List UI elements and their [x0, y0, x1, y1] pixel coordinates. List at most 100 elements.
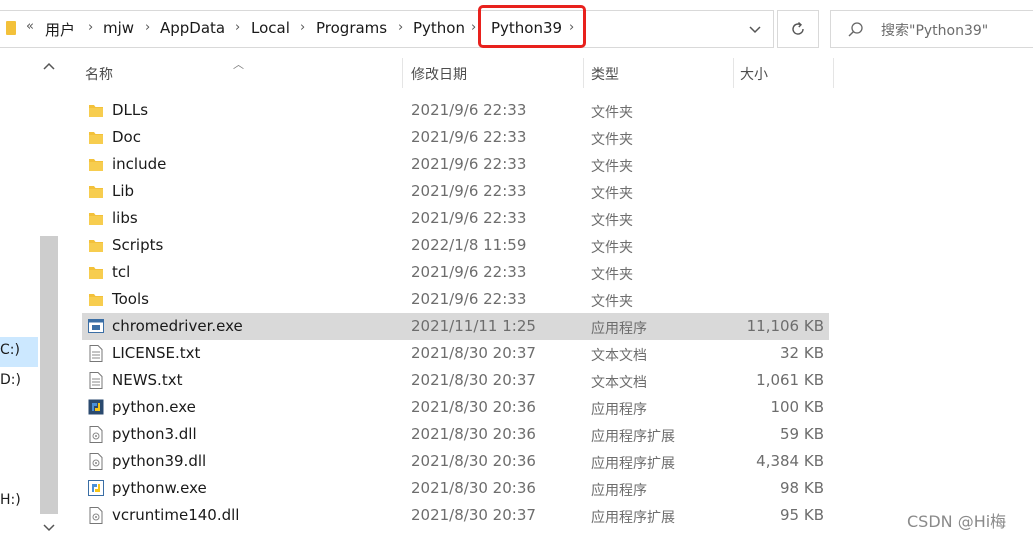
folder-icon — [88, 237, 104, 254]
file-name: pythonw.exe — [112, 479, 207, 497]
file-date: 2021/8/30 20:36 — [411, 479, 536, 497]
file-type: 应用程序 — [591, 402, 647, 418]
breadcrumb-mjw[interactable]: mjw — [103, 19, 134, 37]
file-name: include — [112, 155, 167, 173]
breadcrumb-appdata[interactable]: AppData — [160, 19, 225, 37]
file-type: 文件夹 — [591, 132, 633, 148]
file-name: Scripts — [112, 236, 164, 254]
refresh-button[interactable] — [777, 10, 819, 48]
navigation-pane[interactable]: C:) D:) H:) — [0, 58, 58, 537]
column-header-date[interactable]: 修改日期 — [411, 64, 467, 84]
column-divider[interactable] — [402, 58, 403, 88]
file-name: LICENSE.txt — [112, 344, 201, 362]
column-header-type[interactable]: 类型 — [591, 64, 619, 84]
file-date: 2021/9/6 22:33 — [411, 155, 527, 173]
folder-icon — [88, 291, 104, 308]
file-name: NEWS.txt — [112, 371, 183, 389]
nav-drive-c[interactable]: C:) — [0, 342, 20, 358]
file-row[interactable]: include 2021/9/6 22:33 文件夹 — [82, 151, 829, 178]
file-row[interactable]: tcl 2021/9/6 22:33 文件夹 — [82, 259, 829, 286]
folder-icon — [88, 264, 104, 281]
file-date: 2021/9/6 22:33 — [411, 182, 527, 200]
breadcrumb-python[interactable]: Python — [413, 19, 465, 37]
dll-icon — [88, 426, 104, 443]
text-file-icon — [88, 372, 104, 389]
file-row[interactable]: chromedriver.exe 2021/11/11 1:25 应用程序 11,10… — [82, 313, 829, 340]
breadcrumb-overflow[interactable]: « — [26, 19, 34, 34]
breadcrumb-users[interactable]: 用户 — [45, 19, 75, 40]
file-name: python.exe — [112, 398, 196, 416]
file-date: 2021/9/6 22:33 — [411, 290, 527, 308]
file-size: 11,106 KB — [746, 317, 824, 335]
file-row[interactable]: python.exe 2021/8/30 20:36 应用程序 100 KB — [82, 394, 829, 421]
breadcrumb-local[interactable]: Local — [251, 19, 290, 37]
chevron-down-icon[interactable] — [746, 21, 764, 39]
column-headers: ︿ 名称 修改日期 类型 大小 — [58, 58, 1033, 88]
file-type: 应用程序 — [591, 483, 647, 499]
dll-icon — [88, 507, 104, 524]
scroll-down-icon[interactable] — [40, 518, 58, 536]
file-row[interactable]: python39.dll 2021/8/30 20:36 应用程序扩展 4,384 K… — [82, 448, 829, 475]
folder-icon — [88, 156, 104, 173]
search-input[interactable]: 搜索"Python39" — [830, 10, 1033, 48]
file-type: 文件夹 — [591, 105, 633, 121]
file-row[interactable]: Doc 2021/9/6 22:33 文件夹 — [82, 124, 829, 151]
scroll-up-icon[interactable] — [40, 58, 58, 76]
chevron-right-icon[interactable]: › — [471, 20, 476, 35]
file-size: 95 KB — [780, 506, 824, 524]
file-name: Lib — [112, 182, 135, 200]
file-row[interactable]: Scripts 2022/1/8 11:59 文件夹 — [82, 232, 829, 259]
column-header-size[interactable]: 大小 — [740, 64, 768, 84]
file-row[interactable]: pythonw.exe 2021/8/30 20:36 应用程序 98 KB — [82, 475, 829, 502]
file-row[interactable]: NEWS.txt 2021/8/30 20:37 文本文档 1,061 KB — [82, 367, 829, 394]
column-divider[interactable] — [733, 58, 734, 88]
file-row[interactable]: Tools 2021/9/6 22:33 文件夹 — [82, 286, 829, 313]
refresh-icon — [792, 21, 804, 35]
breadcrumb-programs[interactable]: Programs — [316, 19, 387, 37]
column-divider[interactable] — [833, 58, 834, 88]
file-date: 2021/8/30 20:37 — [411, 344, 536, 362]
dll-icon — [88, 453, 104, 470]
file-type: 应用程序扩展 — [591, 510, 675, 526]
folder-icon — [88, 102, 104, 119]
file-date: 2021/9/6 22:33 — [411, 263, 527, 281]
chevron-right-icon[interactable]: › — [235, 20, 240, 35]
search-placeholder: 搜索"Python39" — [881, 23, 989, 39]
file-row[interactable]: python3.dll 2021/8/30 20:36 应用程序扩展 59 KB — [82, 421, 829, 448]
file-size: 32 KB — [780, 344, 824, 362]
file-type: 文件夹 — [591, 213, 633, 229]
file-row[interactable]: vcruntime140.dll 2021/8/30 20:37 应用程序扩展 95 … — [82, 502, 829, 529]
file-date: 2021/8/30 20:36 — [411, 425, 536, 443]
nav-scrollbar-thumb[interactable] — [40, 236, 58, 514]
nav-drive-h[interactable]: H:) — [0, 492, 21, 508]
folder-icon — [88, 210, 104, 227]
file-row[interactable]: DLLs 2021/9/6 22:33 文件夹 — [82, 97, 829, 124]
search-icon — [848, 22, 863, 37]
file-name: libs — [112, 209, 138, 227]
pythonw-icon — [88, 480, 104, 497]
file-row[interactable]: libs 2021/9/6 22:33 文件夹 — [82, 205, 829, 232]
file-date: 2021/9/6 22:33 — [411, 128, 527, 146]
folder-icon — [88, 129, 104, 146]
folder-icon — [6, 21, 16, 35]
file-type: 文本文档 — [591, 375, 647, 391]
chevron-right-icon[interactable]: › — [398, 20, 403, 35]
file-date: 2021/8/30 20:37 — [411, 506, 536, 524]
file-row[interactable]: LICENSE.txt 2021/8/30 20:37 文本文档 32 KB — [82, 340, 829, 367]
file-list: DLLs 2021/9/6 22:33 文件夹 Doc 2021/9/6 22:33 文件… — [82, 97, 829, 529]
file-row[interactable]: Lib 2021/9/6 22:33 文件夹 — [82, 178, 829, 205]
file-type: 文件夹 — [591, 159, 633, 175]
chevron-right-icon[interactable]: › — [88, 20, 93, 35]
file-type: 文件夹 — [591, 294, 633, 310]
file-name: Tools — [112, 290, 149, 308]
chevron-right-icon[interactable]: › — [300, 20, 305, 35]
column-divider[interactable] — [583, 58, 584, 88]
file-type: 文件夹 — [591, 267, 633, 283]
nav-drive-d[interactable]: D:) — [0, 372, 21, 388]
file-name: tcl — [112, 263, 131, 281]
file-date: 2021/11/11 1:25 — [411, 317, 536, 335]
column-header-name[interactable]: 名称 — [85, 64, 113, 84]
chevron-right-icon[interactable]: › — [145, 20, 150, 35]
python-icon — [88, 399, 104, 416]
file-size: 59 KB — [780, 425, 824, 443]
